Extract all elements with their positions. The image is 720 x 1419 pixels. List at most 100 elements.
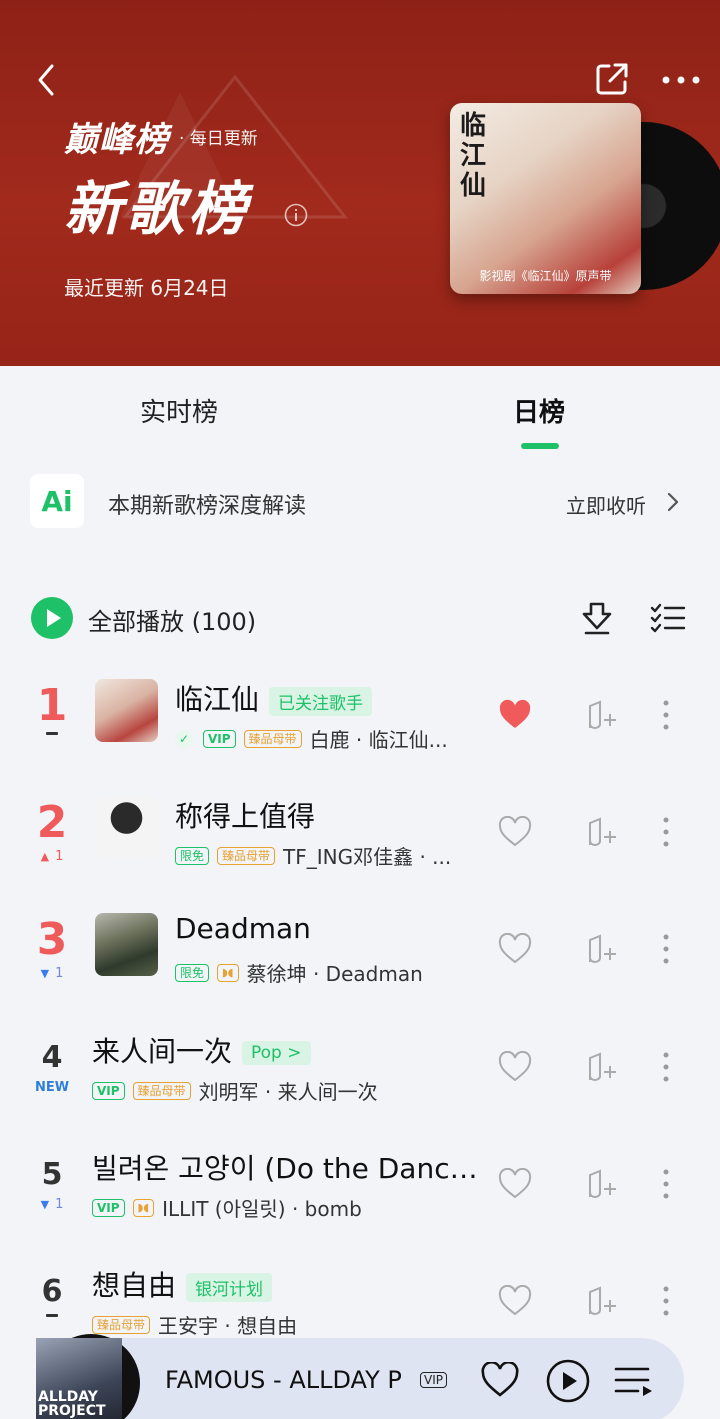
- multi-select-icon[interactable]: [650, 602, 686, 634]
- genre-tag[interactable]: Pop >: [242, 1041, 311, 1065]
- rank-number: 6: [41, 1274, 63, 1309]
- rank-number: 1: [36, 680, 68, 731]
- heart-icon[interactable]: [498, 816, 532, 848]
- player-play-icon[interactable]: [546, 1359, 590, 1403]
- back-icon[interactable]: [30, 60, 66, 100]
- active-tab-indicator: [521, 443, 559, 449]
- cover-title: 临江仙: [460, 111, 487, 201]
- more-options-icon[interactable]: [660, 1050, 672, 1084]
- more-icon[interactable]: [660, 62, 702, 98]
- tab-daily[interactable]: 日榜: [513, 392, 565, 429]
- artist-album: ILLIT (아일릿) · bomb: [162, 1197, 362, 1221]
- info-icon[interactable]: [284, 203, 308, 227]
- download-icon[interactable]: [580, 600, 614, 636]
- artist-album: 王安宇 · 想自由: [158, 1314, 298, 1338]
- add-to-playlist-icon[interactable]: [586, 1050, 618, 1084]
- dolby-badge: ◗◖: [217, 963, 239, 982]
- chart-cover-art[interactable]: 临江仙 影视剧《临江仙》原声带: [450, 103, 641, 294]
- more-options-icon[interactable]: [660, 932, 672, 966]
- rank-number: 3: [36, 914, 68, 965]
- play-all-row: 全部播放 (100): [0, 590, 720, 646]
- heart-icon[interactable]: [498, 1285, 532, 1317]
- more-options-icon[interactable]: [660, 698, 672, 732]
- rank-column: 1: [30, 682, 74, 735]
- song-row[interactable]: 1 临江仙 已关注歌手 ✓ VIP 臻品母带 白鹿 · 临江仙...: [0, 668, 720, 768]
- page-title: 新歌榜: [64, 175, 251, 243]
- ai-logo-icon: Ai: [30, 474, 84, 528]
- player-heart-icon[interactable]: [480, 1362, 520, 1398]
- playlist-queue-icon[interactable]: [614, 1364, 654, 1398]
- play-all-button[interactable]: 全部播放 (100): [88, 602, 256, 637]
- add-to-playlist-icon[interactable]: [586, 932, 618, 966]
- rank-column: 6: [30, 1272, 74, 1317]
- followed-artist-tag: 已关注歌手: [269, 686, 373, 716]
- song-title: 来人间一次: [92, 1035, 233, 1068]
- heart-icon[interactable]: [498, 1051, 532, 1083]
- vip-badge: VIP: [92, 1081, 125, 1100]
- song-thumbnail: [95, 796, 158, 859]
- cover-caption: 影视剧《临江仙》原声带: [479, 269, 612, 283]
- share-icon[interactable]: [593, 60, 631, 98]
- rank-down-icon: ▼: [40, 1198, 50, 1211]
- song-title: 빌려온 고양이 (Do the Dance...: [92, 1152, 482, 1185]
- ai-interpretation-row[interactable]: Ai 本期新歌榜深度解读 立即收听: [0, 470, 720, 534]
- rank-change: ▼ 1: [40, 1197, 64, 1212]
- free-badge: 限免: [175, 963, 210, 982]
- heart-filled-icon[interactable]: [498, 699, 532, 731]
- song-meta: ✓ VIP 臻品母带 白鹿 · 临江仙...: [175, 724, 475, 753]
- rank-number: 4: [41, 1040, 63, 1075]
- rank-change: NEW: [30, 1080, 74, 1095]
- add-to-playlist-icon[interactable]: [586, 1284, 618, 1318]
- more-options-icon[interactable]: [660, 1284, 672, 1318]
- song-thumbnail: [95, 913, 158, 976]
- heart-icon[interactable]: [498, 1168, 532, 1200]
- brand-row: 巅峰榜 · 每日更新: [64, 112, 258, 161]
- player-vip-badge: VIP: [420, 1372, 447, 1388]
- verified-icon: ✓: [175, 729, 193, 748]
- add-to-playlist-icon[interactable]: [586, 698, 618, 732]
- rank-change: ▲ 1: [40, 849, 64, 864]
- song-row[interactable]: 4 NEW 来人间一次 Pop > VIP 臻品母带 刘明军 · 来人间一次: [0, 1020, 720, 1120]
- song-meta: VIP ◗◖ ILLIT (아일릿) · bomb: [92, 1193, 472, 1222]
- song-title: Deadman: [175, 912, 311, 945]
- song-title-row: 称得上值得: [175, 795, 315, 835]
- song-row[interactable]: 2 ▲ 1 称得上值得 限免 臻品母带 TF_ING邓佳鑫 · ...: [0, 785, 720, 885]
- player-cover-art[interactable]: ALLDAY PROJECT: [36, 1338, 122, 1419]
- listen-now-link[interactable]: 立即收听: [566, 490, 646, 519]
- master-badge: 臻品母带: [132, 1081, 191, 1100]
- update-frequency: · 每日更新: [179, 129, 258, 149]
- heart-icon[interactable]: [498, 933, 532, 965]
- now-playing-title[interactable]: FAMOUS - ALLDAY P: [165, 1366, 402, 1394]
- brand-label: 巅峰榜: [64, 120, 169, 160]
- artist-album: TF_ING邓佳鑫 · ...: [283, 845, 452, 869]
- song-title-row: 빌려온 고양이 (Do the Dance...: [92, 1147, 482, 1187]
- song-row[interactable]: 3 ▼ 1 Deadman 限免 ◗◖ 蔡徐坤 · Deadman: [0, 902, 720, 1002]
- add-to-playlist-icon[interactable]: [586, 815, 618, 849]
- add-to-playlist-icon[interactable]: [586, 1167, 618, 1201]
- update-date: 最近更新 6月24日: [64, 276, 229, 300]
- song-row[interactable]: 5 ▼ 1 빌려온 고양이 (Do the Dance... VIP ◗◖ ILL…: [0, 1137, 720, 1237]
- rank-column: 5 ▼ 1: [30, 1155, 74, 1212]
- song-title: 称得上值得: [175, 800, 316, 833]
- vip-badge: VIP: [92, 1198, 125, 1217]
- ai-interpretation-label: 本期新歌榜深度解读: [108, 494, 307, 519]
- new-badge: NEW: [34, 1080, 70, 1095]
- more-options-icon[interactable]: [660, 1167, 672, 1201]
- rank-number: 5: [41, 1157, 63, 1192]
- rank-column: 3 ▼ 1: [30, 914, 74, 982]
- rank-change: [30, 1314, 74, 1317]
- song-title-row: 想自由 银河计划: [92, 1264, 273, 1304]
- rank-down-icon: ▼: [40, 967, 50, 980]
- more-options-icon[interactable]: [660, 815, 672, 849]
- rank-change: [30, 732, 74, 735]
- rank-column: 4 NEW: [30, 1038, 74, 1095]
- play-all-icon[interactable]: [30, 596, 74, 640]
- tab-realtime[interactable]: 实时榜: [140, 392, 218, 429]
- artist-album: 蔡徐坤 · Deadman: [246, 962, 423, 986]
- song-meta: 臻品母带 王安宇 · 想自由: [92, 1310, 472, 1339]
- song-title-row: 临江仙 已关注歌手: [175, 678, 373, 718]
- player-cover-text: ALLDAY PROJECT: [38, 1389, 106, 1419]
- rank-up-icon: ▲: [40, 850, 50, 863]
- galaxy-plan-tag: 银河计划: [186, 1272, 273, 1302]
- rank-number: 2: [36, 797, 68, 848]
